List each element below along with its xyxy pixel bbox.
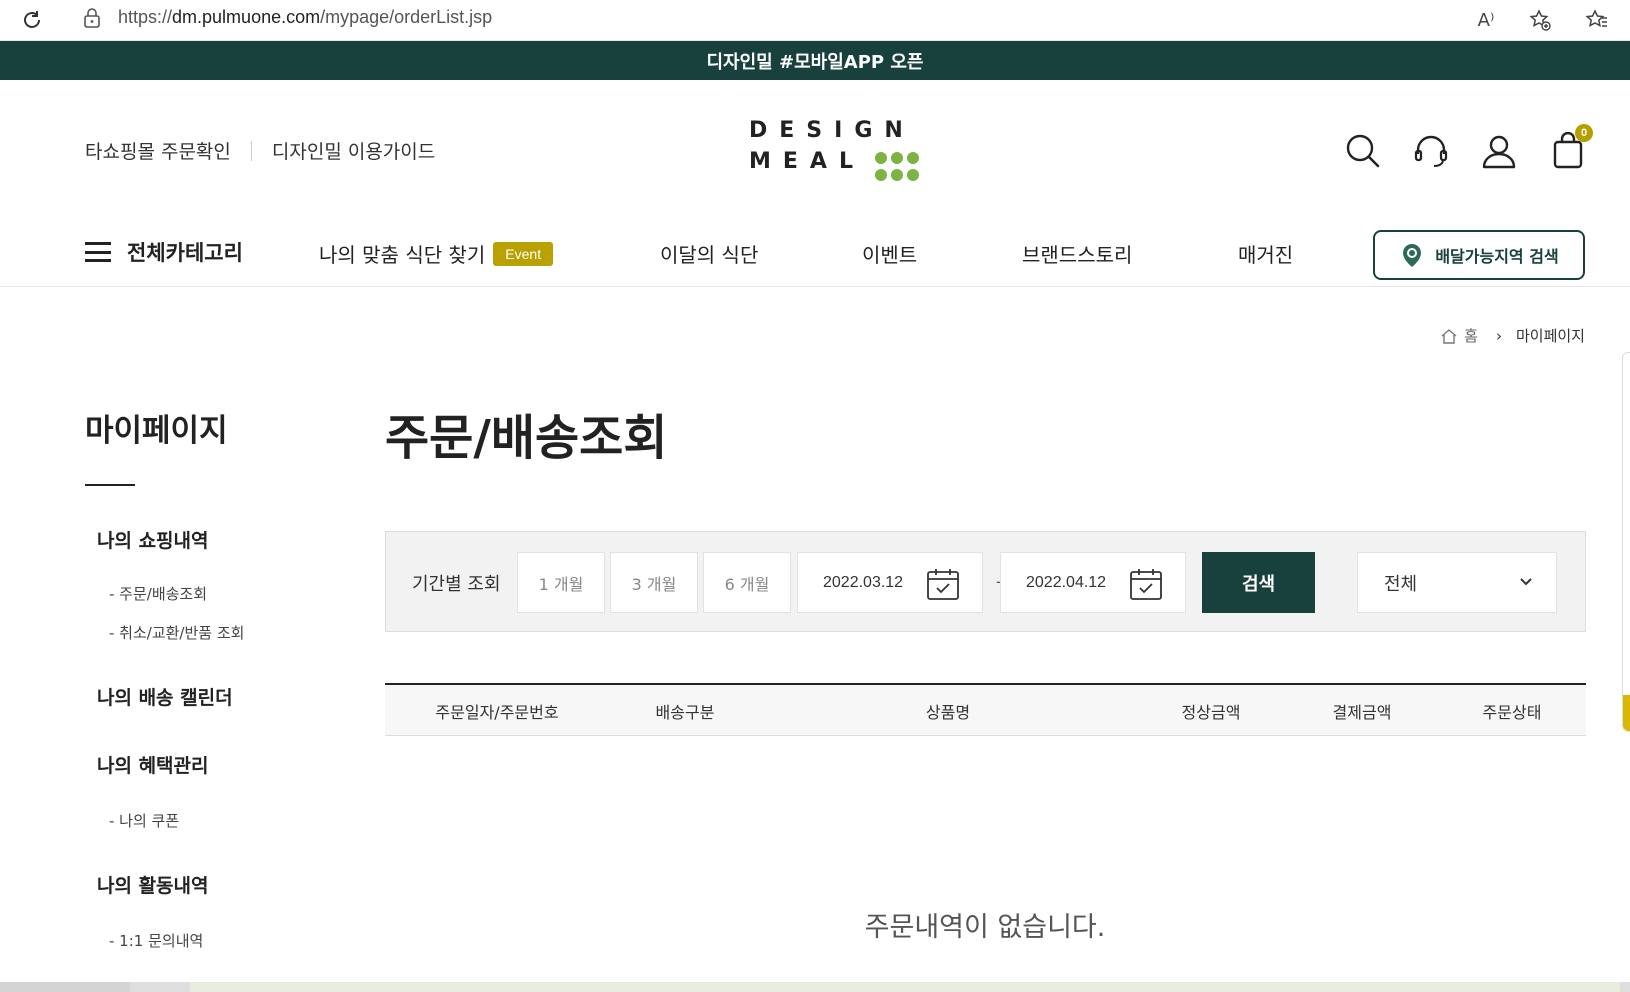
nav-event[interactable]: 이벤트 [862,239,917,268]
cart-icon[interactable]: 0 [1547,124,1593,172]
hamburger-icon [85,242,111,262]
sidebar-item-cancel-return[interactable]: - 취소/교환/반품 조회 [109,622,244,643]
column-delivery-type: 배송구분 [655,703,715,722]
page-title: 주문/배송조회 [385,410,668,466]
chevron-down-icon [1520,578,1532,586]
sidebar-group-shopping[interactable]: 나의 쇼핑내역 [97,526,209,553]
sidebar-group-delivery-calendar[interactable]: 나의 배송 캘린더 [97,683,233,710]
sidebar-group-benefits[interactable]: 나의 혜택관리 [97,751,209,778]
delivery-area-search-label: 배달가능지역 검색 [1435,247,1559,266]
period-3-month-button[interactable]: 3 개월 [610,552,698,613]
read-aloud-label: A⁾ [1477,9,1495,31]
nav-monthly-diet[interactable]: 이달의 식단 [660,239,758,268]
event-badge: Event [493,241,554,266]
location-pin-icon [1403,244,1422,267]
other-mall-order-link[interactable]: 타쇼핑몰 주문확인 [85,137,231,164]
all-category-menu[interactable]: 전체카테고리 [85,237,243,267]
home-icon[interactable] [1440,327,1458,345]
period-6-month-button[interactable]: 6 개월 [703,552,791,613]
date-from-input[interactable]: 2022.03.12 [797,552,983,613]
sidebar-group-activity[interactable]: 나의 활동내역 [97,871,209,898]
url-host: dm.pulmuone.com [172,7,321,27]
sidebar-title: 마이페이지 [85,413,228,449]
favorites-icon[interactable] [1583,6,1611,34]
nav-event-label: 이벤트 [862,243,918,267]
nav-brand-story[interactable]: 브랜드스토리 [1022,239,1132,268]
date-to-input[interactable]: 2022.04.12 [1000,552,1186,613]
breadcrumb: 홈 › 마이페이지 [1440,325,1585,346]
period-filter-label: 기간별 조회 [412,574,501,595]
cart-count-badge: 0 [1575,124,1593,142]
order-table-header: 주문일자/주문번호 배송구분 상품명 정상금액 결제금액 주문상태 [385,683,1586,736]
breadcrumb-home[interactable]: 홈 [1464,325,1478,346]
column-order-date: 주문일자/주문번호 [435,703,559,722]
all-category-label: 전체카테고리 [127,241,243,265]
user-guide-link[interactable]: 디자인밀 이용가이드 [272,137,435,164]
promo-banner[interactable]: 디자인밀 #모바일APP 오픈 [0,41,1630,80]
sidebar-item-coupons[interactable]: - 나의 쿠폰 [109,810,179,831]
nav-magazine-label: 매거진 [1238,243,1294,267]
column-payment-amount: 결제금액 [1332,703,1392,722]
logo-line2: MEAL [749,149,865,174]
column-regular-price: 정상금액 [1181,703,1241,722]
search-icon[interactable] [1342,130,1384,172]
column-product-name: 상품명 [925,703,971,722]
reload-icon[interactable] [18,6,46,34]
order-status-value: 전체 [1384,573,1418,595]
nav-monthly-diet-label: 이달의 식단 [660,243,759,267]
order-status-select[interactable]: 전체 [1357,552,1557,613]
url-path: /mypage/orderList.jsp [320,7,493,27]
column-order-status: 주문상태 [1482,703,1542,722]
floating-side-panel[interactable] [1622,352,1630,732]
nav-custom-diet[interactable]: 나의 맞춤 식단 찾기 Event [319,239,554,268]
logo-line1: DESIGN [749,118,915,143]
period-1-month-button[interactable]: 1 개월 [517,552,605,613]
lock-icon[interactable] [83,8,103,30]
url-field[interactable]: https://dm.pulmuone.com/mypage/orderList… [118,7,492,28]
nav-custom-diet-label: 나의 맞춤 식단 찾기 [319,243,486,267]
calendar-icon[interactable] [926,567,960,601]
nav-brand-story-label: 브랜드스토리 [1022,243,1133,267]
promo-text: 디자인밀 #모바일APP 오픈 [706,51,924,73]
logo-dots [875,152,919,181]
empty-orders-message: 주문내역이 없습니다. [864,912,1106,943]
add-favorite-icon[interactable] [1526,6,1554,34]
nav-magazine[interactable]: 매거진 [1238,239,1293,268]
user-icon[interactable] [1478,130,1520,172]
date-to-value: 2022.04.12 [1026,573,1107,591]
utility-links: 타쇼핑몰 주문확인 디자인밀 이용가이드 [85,137,435,164]
read-aloud-icon[interactable]: A⁾ [1472,6,1500,34]
period-filter: 기간별 조회 1 개월 3 개월 6 개월 2022.03.12 - 2022.… [385,531,1586,632]
divider [250,140,252,161]
date-from-value: 2022.03.12 [823,573,904,591]
chevron-right-icon: › [1495,326,1502,345]
browser-address-bar: https://dm.pulmuone.com/mypage/orderList… [0,0,1630,41]
horizontal-scrollbar[interactable] [0,982,1630,992]
breadcrumb-current: 마이페이지 [1515,327,1585,345]
headset-icon[interactable] [1410,130,1452,172]
url-prefix: https:// [118,7,173,27]
calendar-icon[interactable] [1129,567,1163,601]
search-button[interactable]: 검색 [1202,552,1315,613]
design-meal-logo[interactable]: DESIGN MEAL [745,116,925,186]
sidebar-item-order-delivery[interactable]: - 주문/배송조회 [109,583,207,604]
delivery-area-search-button[interactable]: 배달가능지역 검색 [1373,230,1585,280]
sidebar-divider [85,484,135,486]
sidebar-item-inquiries[interactable]: - 1:1 문의내역 [109,930,203,951]
global-nav: 전체카테고리 나의 맞춤 식단 찾기 Event 이달의 식단 이벤트 브랜드스… [0,225,1630,287]
